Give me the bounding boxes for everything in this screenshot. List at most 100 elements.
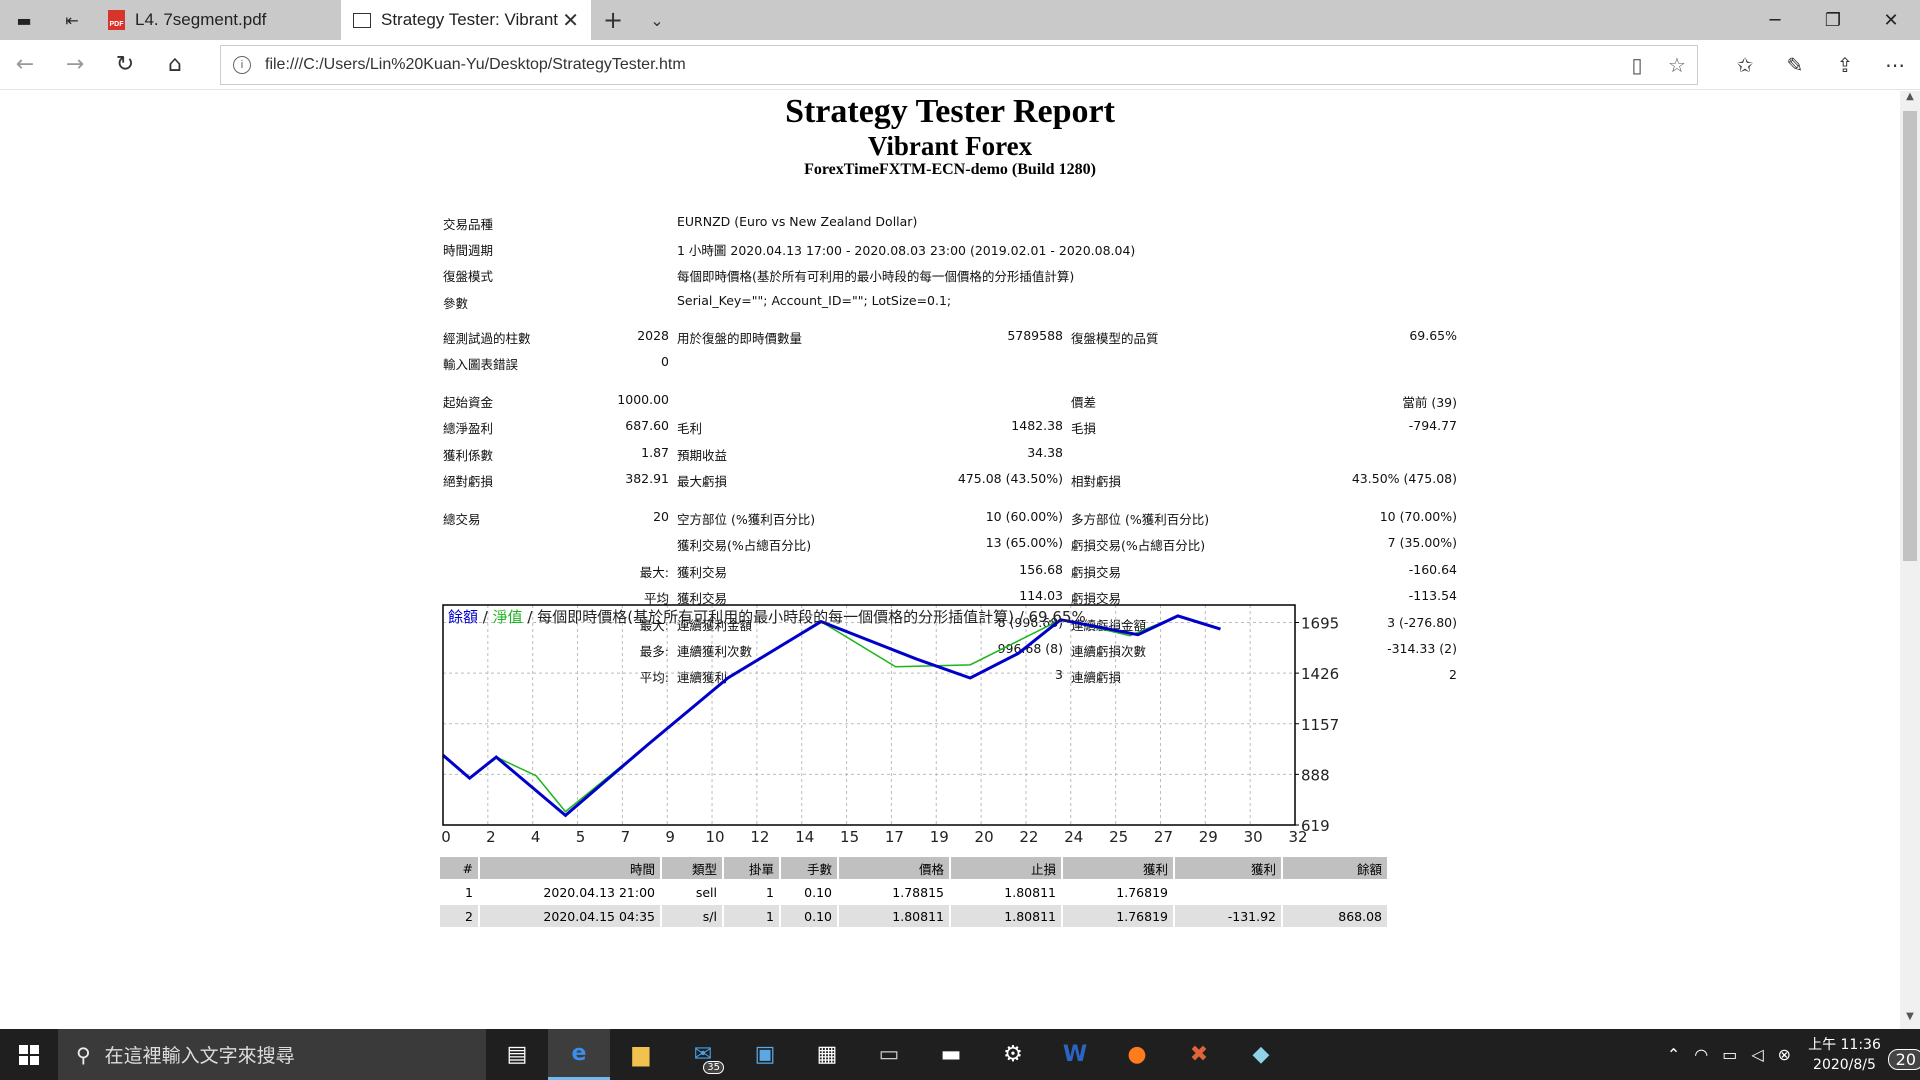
firefox-icon[interactable]: ● — [1106, 1029, 1168, 1080]
back-button[interactable]: ← — [0, 40, 50, 90]
table-cell: 2020.04.15 04:35 — [480, 905, 660, 927]
home-button[interactable]: ⌂ — [150, 40, 200, 90]
win-trades-value: 13 (65.00%) — [985, 535, 1063, 550]
symbol-label: 交易品種 — [443, 217, 494, 232]
mail-badge: 35 — [703, 1061, 724, 1074]
file-explorer-icon[interactable]: ▆ — [610, 1029, 672, 1080]
close-tab-icon[interactable]: ✕ — [562, 8, 579, 33]
volume-icon[interactable]: ◁ — [1744, 1045, 1770, 1064]
forward-button[interactable]: → — [50, 40, 100, 90]
bars-value: 2028 — [637, 328, 669, 343]
battery-icon[interactable]: ▭ — [1715, 1045, 1744, 1064]
x-tick-label: 30 — [1244, 828, 1263, 844]
win-trades-label: 獲利交易(%占總百分比) — [677, 538, 812, 553]
set-aside-tabs-icon[interactable]: ⇤ — [48, 0, 96, 40]
word-icon[interactable]: W — [1044, 1029, 1106, 1080]
refresh-button[interactable]: ↻ — [100, 40, 150, 90]
column-header: # — [440, 857, 478, 879]
period-value: 1 小時圖 2020.04.13 17:00 - 2020.08.03 23:0… — [677, 243, 1136, 258]
scroll-down-icon[interactable]: ▼ — [1900, 1011, 1920, 1029]
store-icon[interactable]: ▦ — [796, 1029, 858, 1080]
errors-value: 0 — [661, 354, 669, 369]
avg-win-value: 114.03 — [1019, 588, 1063, 603]
wifi-icon[interactable]: ◠ — [1687, 1045, 1715, 1064]
app-diamond-icon[interactable]: ◆ — [1230, 1029, 1292, 1080]
more-icon[interactable]: ⋯ — [1870, 40, 1920, 90]
search-placeholder: 在這裡輸入文字來搜尋 — [104, 1045, 295, 1067]
chevron-up-icon[interactable]: ⌃ — [1660, 1045, 1687, 1064]
taskbar-search[interactable]: ⚲ 在這裡輸入文字來搜尋 — [58, 1029, 486, 1080]
table-cell: 1.80811 — [839, 905, 949, 927]
favorite-star-icon[interactable]: ☆ — [1657, 53, 1697, 78]
tab-pdf[interactable]: PDF L4. 7segment.pdf — [96, 0, 341, 40]
vertical-scrollbar[interactable]: ▲ ▼ — [1900, 91, 1920, 1029]
new-tab-button[interactable]: + — [591, 0, 635, 40]
favorites-icon[interactable]: ✩ — [1720, 40, 1770, 90]
address-bar[interactable]: i file:///C:/Users/Lin%20Kuan-Yu/Desktop… — [220, 45, 1698, 85]
tab-strategy-tester[interactable]: Strategy Tester: Vibrant ✕ — [341, 0, 591, 40]
settings-gear-icon[interactable]: ⚙ — [982, 1029, 1044, 1080]
notification-badge: 20 — [1887, 1049, 1920, 1070]
close-window-button[interactable]: ✕ — [1862, 0, 1920, 40]
column-header: 手數 — [781, 857, 837, 879]
table-cell: 0.10 — [781, 905, 837, 927]
clock-date: 2020/8/5 — [1813, 1056, 1876, 1073]
scrollbar-thumb[interactable] — [1903, 111, 1917, 561]
x-tick-label: 19 — [930, 828, 949, 844]
app-window-icon[interactable]: ▣ — [734, 1029, 796, 1080]
mail-icon[interactable]: ✉ 35 — [672, 1029, 734, 1080]
table-cell: 1 — [465, 884, 473, 900]
pdf-icon: PDF — [108, 10, 125, 30]
largest-loss-label: 虧損交易 — [1071, 565, 1122, 580]
table-cell: -131.92 — [1175, 905, 1281, 927]
app-x-icon[interactable]: ✖ — [1168, 1029, 1230, 1080]
pen-icon[interactable]: ✎ — [1770, 40, 1820, 90]
restore-button[interactable]: ❐ — [1804, 0, 1862, 40]
abs-drawdown-value: 382.91 — [625, 471, 669, 486]
table-cell: 868.08 — [1283, 905, 1387, 927]
reading-view-icon[interactable]: ▯ — [1617, 53, 1657, 78]
total-trades-label: 總交易 — [443, 512, 481, 527]
system-tray: ⌃ ◠ ▭ ◁ ⊗ 上午 11:36 2020/8/5 ▢20 — [1660, 1029, 1920, 1080]
avg-loss-value: -113.54 — [1408, 588, 1457, 603]
table-cell — [1283, 881, 1387, 903]
computer-icon[interactable]: ▭ — [858, 1029, 920, 1080]
clock[interactable]: 上午 11:36 2020/8/5 — [1798, 1035, 1891, 1075]
rel-drawdown-label: 相對虧損 — [1071, 474, 1122, 489]
x-tick-label: 0 — [442, 828, 451, 844]
edge-icon[interactable]: e — [548, 1029, 610, 1080]
start-button[interactable] — [0, 1029, 58, 1080]
share-icon[interactable]: ⇪ — [1820, 40, 1870, 90]
task-view-icon[interactable]: ▤ — [486, 1029, 548, 1080]
y-tick-label: 888 — [1301, 766, 1330, 784]
column-header: 時間 — [480, 857, 660, 879]
scroll-up-icon[interactable]: ▲ — [1900, 91, 1920, 109]
table-row: 2 2020.04.15 04:35 s/l 1 0.10 1.80811 1.80811 1… — [440, 905, 1387, 927]
minimize-button[interactable]: ─ — [1746, 0, 1804, 40]
table-cell: 1.78815 — [892, 884, 944, 900]
clock-time: 上午 11:36 — [1808, 1036, 1881, 1053]
x-tick-label: 32 — [1288, 828, 1307, 844]
x-tick-label: 9 — [665, 828, 675, 844]
abs-drawdown-label: 絕對虧損 — [443, 474, 494, 489]
x-tick-label: 10 — [706, 828, 725, 844]
no-network-icon[interactable]: ⊗ — [1771, 1045, 1798, 1064]
terminal-icon[interactable]: ▬ — [920, 1029, 982, 1080]
legend-balance: 餘額 — [448, 608, 479, 626]
long-label: 多方部位 (%獲利百分比) — [1071, 512, 1210, 527]
taskbar: ⚲ 在這裡輸入文字來搜尋 ▤ e ▆ ✉ 35 ▣ ▦ ▭ ▬ ⚙ W ● ✖ ◆… — [0, 1029, 1920, 1080]
tab-list-chevron-icon[interactable]: ⌄ — [635, 0, 679, 40]
tab-actions-icon[interactable]: ▬ — [0, 0, 48, 40]
gross-profit-label: 毛利 — [677, 421, 703, 436]
spread-value: 當前 (39) — [1402, 395, 1457, 410]
title-bar: ▬ ⇤ PDF L4. 7segment.pdf Strategy Tester… — [0, 0, 1920, 40]
table-cell: s/l — [662, 905, 722, 927]
params-value: Serial_Key=""; Account_ID=""; LotSize=0.… — [677, 293, 952, 308]
symbol-value: EURNZD (Euro vs New Zealand Dollar) — [677, 214, 918, 229]
column-header: 獲利 — [1175, 857, 1281, 879]
errors-label: 輸入圖表錯誤 — [443, 357, 519, 372]
notification-icon[interactable]: ▢20 — [1887, 1045, 1920, 1070]
x-tick-label: 15 — [840, 828, 859, 844]
balance-chart: 1695142611578886190 2 4 5 7 9 10 12 14 15 17 19 20 22… — [442, 604, 1339, 844]
info-icon[interactable]: i — [233, 56, 251, 74]
